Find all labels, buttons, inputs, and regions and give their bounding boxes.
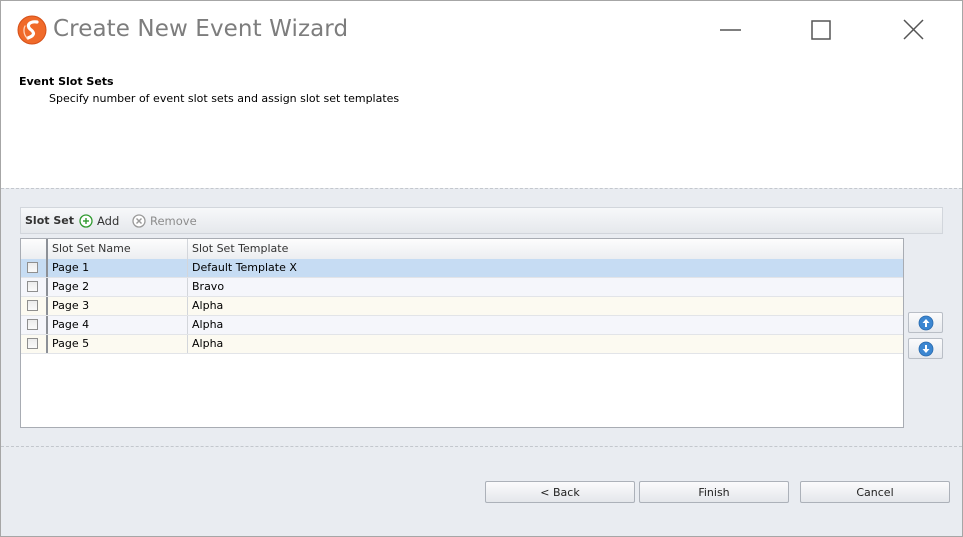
toolbar-label: Slot Set — [25, 214, 74, 227]
slot-set-name-cell[interactable]: Page 5 — [48, 335, 188, 353]
slot-set-grid[interactable]: Slot Set Name Slot Set Template Page 1 D… — [20, 238, 904, 428]
minimize-button[interactable] — [707, 11, 753, 51]
row-checkbox-cell — [21, 297, 48, 315]
table-row[interactable]: Page 2 Bravo — [21, 278, 903, 297]
add-label: Add — [97, 214, 120, 228]
cancel-button[interactable]: Cancel — [800, 481, 950, 503]
grid-header: Slot Set Name Slot Set Template — [21, 239, 903, 260]
row-checkbox-cell — [21, 316, 48, 334]
slot-set-template-cell[interactable]: Alpha — [188, 335, 903, 353]
row-checkbox[interactable] — [27, 338, 38, 349]
move-down-button[interactable] — [908, 338, 943, 359]
slot-set-template-cell[interactable]: Default Template X — [188, 259, 903, 277]
table-row[interactable]: Page 4 Alpha — [21, 316, 903, 335]
footer-divider — [1, 446, 962, 447]
row-checkbox[interactable] — [27, 319, 38, 330]
move-up-button[interactable] — [908, 312, 943, 333]
close-button[interactable] — [890, 11, 936, 51]
table-row[interactable]: Page 5 Alpha — [21, 335, 903, 354]
add-icon — [79, 214, 93, 228]
wizard-window: Create New Event Wizard Event Slot Sets … — [0, 0, 963, 537]
slot-set-name-cell[interactable]: Page 2 — [48, 278, 188, 296]
slot-set-template-cell[interactable]: Alpha — [188, 316, 903, 334]
wizard-header: Event Slot Sets Specify number of event … — [1, 61, 962, 188]
slot-set-name-cell[interactable]: Page 3 — [48, 297, 188, 315]
row-checkbox-cell — [21, 278, 48, 296]
remove-button[interactable]: Remove — [132, 212, 197, 230]
remove-icon — [132, 214, 146, 228]
slot-set-template-cell[interactable]: Alpha — [188, 297, 903, 315]
slot-set-toolbar: Slot Set Add Remove — [20, 207, 943, 234]
column-header-slot-set-template[interactable]: Slot Set Template — [188, 239, 903, 259]
slot-set-template-cell[interactable]: Bravo — [188, 278, 903, 296]
wizard-body: Slot Set Add Remove Slot Set Name Slot S… — [1, 188, 962, 536]
title-bar: Create New Event Wizard — [1, 1, 962, 61]
app-logo-icon — [17, 15, 47, 45]
row-checkbox-cell — [21, 335, 48, 353]
row-checkbox-cell — [21, 259, 48, 277]
close-icon — [903, 19, 924, 40]
column-header-slot-set-name[interactable]: Slot Set Name — [48, 239, 188, 259]
minimize-icon — [720, 29, 741, 31]
remove-label: Remove — [150, 214, 197, 228]
header-checkbox-column — [21, 239, 48, 259]
add-button[interactable]: Add — [79, 212, 119, 230]
window-title: Create New Event Wizard — [53, 16, 349, 42]
slot-set-name-cell[interactable]: Page 1 — [48, 259, 188, 277]
table-row[interactable]: Page 3 Alpha — [21, 297, 903, 316]
arrow-down-icon — [918, 341, 933, 356]
row-checkbox[interactable] — [27, 281, 38, 292]
row-checkbox[interactable] — [27, 300, 38, 311]
finish-button[interactable]: Finish — [639, 481, 789, 503]
back-button[interactable]: < Back — [485, 481, 635, 503]
maximize-icon — [811, 20, 831, 40]
step-subtitle: Specify number of event slot sets and as… — [49, 92, 400, 105]
row-checkbox[interactable] — [27, 262, 38, 273]
slot-set-name-cell[interactable]: Page 4 — [48, 316, 188, 334]
table-row[interactable]: Page 1 Default Template X — [21, 259, 903, 278]
arrow-up-icon — [918, 315, 933, 330]
maximize-button[interactable] — [798, 11, 844, 51]
step-title: Event Slot Sets — [19, 75, 114, 88]
